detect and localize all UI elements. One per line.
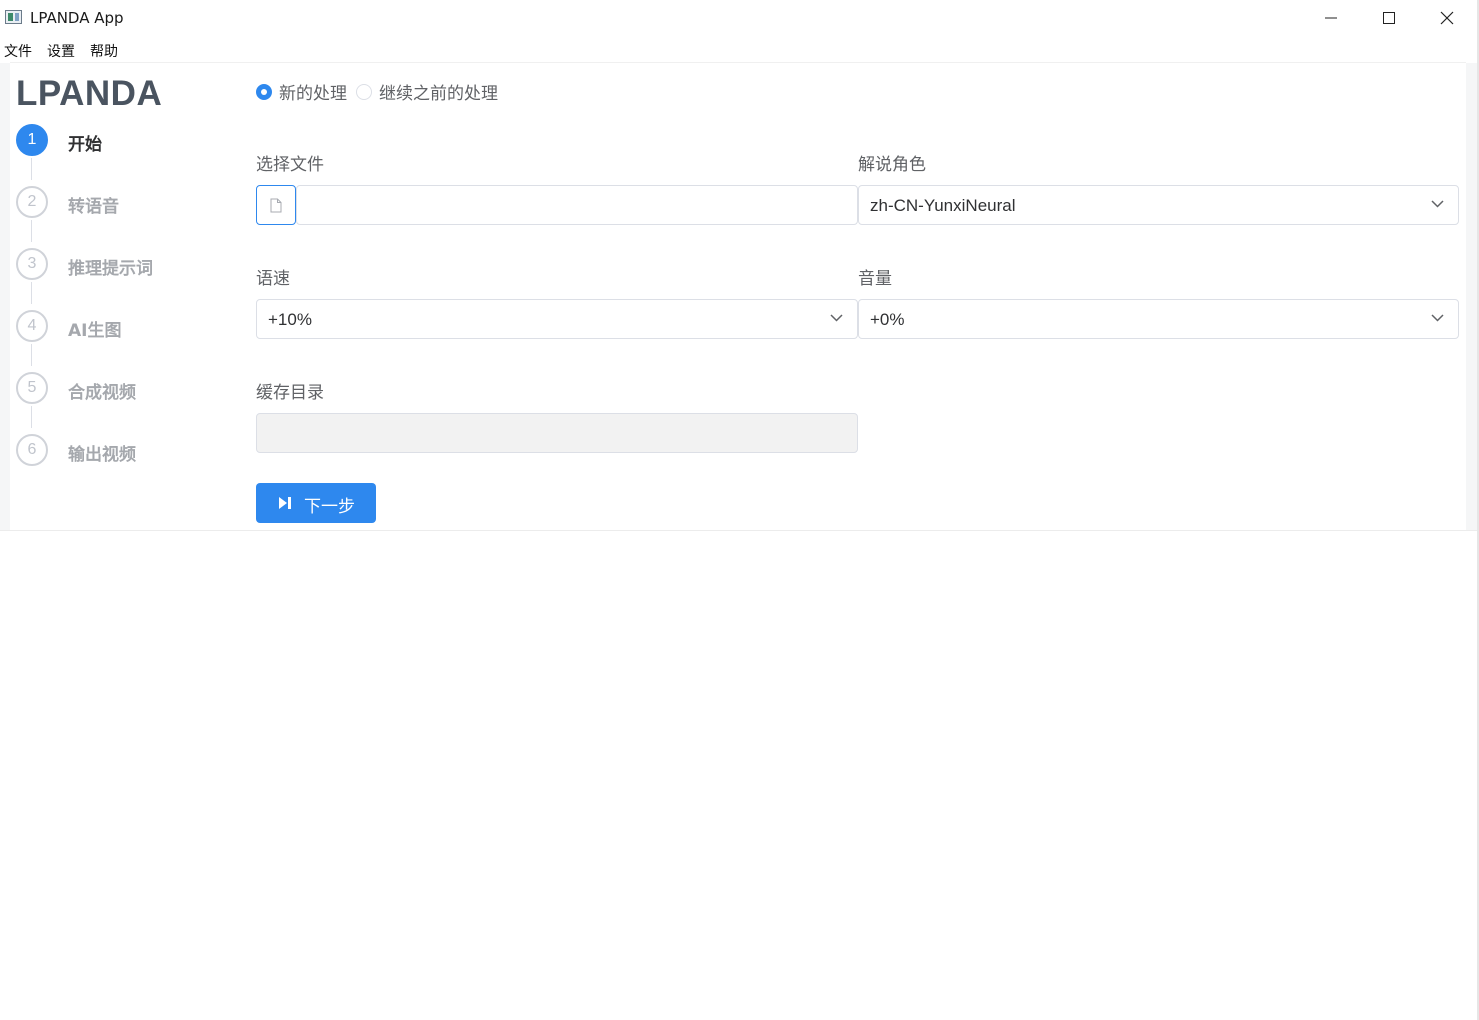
file-path-input[interactable]	[296, 185, 858, 225]
narrator-value: zh-CN-YunxiNeural	[870, 196, 1016, 215]
step-label: 转语音	[68, 197, 119, 217]
chevron-down-icon	[1431, 314, 1444, 322]
step-number: 4	[16, 310, 48, 342]
step-2: 2 转语音	[16, 186, 216, 248]
frame-bottom-border	[0, 530, 1479, 531]
app-logo: LPANDA	[16, 74, 163, 113]
step-label: 合成视频	[68, 383, 136, 403]
menu-file[interactable]: 文件	[0, 38, 39, 62]
speed-value: +10%	[268, 310, 312, 329]
cache-dir-input	[256, 413, 858, 453]
chevron-down-icon	[1431, 200, 1444, 208]
mode-radio-group: 新的处理 继续之前的处理	[256, 79, 507, 104]
menu-help[interactable]: 帮助	[86, 38, 125, 62]
step-label: 开始	[68, 135, 102, 155]
step-label: 推理提示词	[68, 259, 153, 279]
radio-continue-process[interactable]: 继续之前的处理	[356, 79, 498, 104]
app-icon	[5, 10, 22, 24]
radio-button[interactable]	[256, 83, 272, 100]
file-picker-button[interactable]	[256, 185, 296, 225]
menu-settings[interactable]: 设置	[43, 38, 82, 62]
step-3: 3 推理提示词	[16, 248, 216, 310]
radio-button[interactable]	[356, 83, 372, 100]
step-connector	[31, 158, 32, 180]
window-title: LPANDA App	[30, 9, 124, 27]
step-4: 4 AI生图	[16, 310, 216, 372]
speed-select[interactable]: +10%	[256, 299, 858, 339]
menu-bar: 文件 设置 帮助	[0, 38, 129, 62]
file-label: 选择文件	[256, 155, 324, 175]
close-icon	[1440, 11, 1454, 25]
step-number: 1	[16, 124, 48, 156]
step-connector	[31, 344, 32, 366]
step-number: 5	[16, 372, 48, 404]
step-1: 1 开始	[16, 124, 216, 186]
chevron-down-icon	[830, 314, 843, 322]
volume-value: +0%	[870, 310, 905, 329]
title-bar: LPANDA App	[0, 0, 1479, 36]
cache-dir-label: 缓存目录	[256, 383, 324, 403]
minimize-icon	[1325, 17, 1337, 19]
step-number: 3	[16, 248, 48, 280]
step-connector	[31, 282, 32, 304]
maximize-icon	[1383, 12, 1395, 24]
radio-new-process[interactable]: 新的处理	[256, 79, 347, 104]
step-label: AI生图	[68, 321, 122, 341]
close-button[interactable]	[1418, 0, 1476, 36]
volume-label: 音量	[858, 269, 892, 289]
step-6: 6 输出视频	[16, 434, 216, 496]
file-icon	[270, 198, 282, 213]
radio-label: 继续之前的处理	[379, 84, 498, 104]
step-number: 6	[16, 434, 48, 466]
next-step-label: 下一步	[304, 497, 355, 517]
narrator-label: 解说角色	[858, 155, 926, 175]
minimize-button[interactable]	[1302, 0, 1360, 36]
radio-label: 新的处理	[279, 84, 347, 104]
step-connector	[31, 220, 32, 242]
step-number: 2	[16, 186, 48, 218]
next-step-button[interactable]: 下一步	[256, 483, 376, 523]
maximize-button[interactable]	[1360, 0, 1418, 36]
next-step-icon	[279, 497, 291, 509]
step-connector	[31, 406, 32, 428]
frame-top-border	[10, 62, 1466, 63]
step-label: 输出视频	[68, 445, 136, 465]
frame-left-margin	[0, 63, 10, 531]
step-5: 5 合成视频	[16, 372, 216, 434]
speed-label: 语速	[256, 269, 290, 289]
volume-select[interactable]: +0%	[858, 299, 1459, 339]
narrator-select[interactable]: zh-CN-YunxiNeural	[858, 185, 1459, 225]
